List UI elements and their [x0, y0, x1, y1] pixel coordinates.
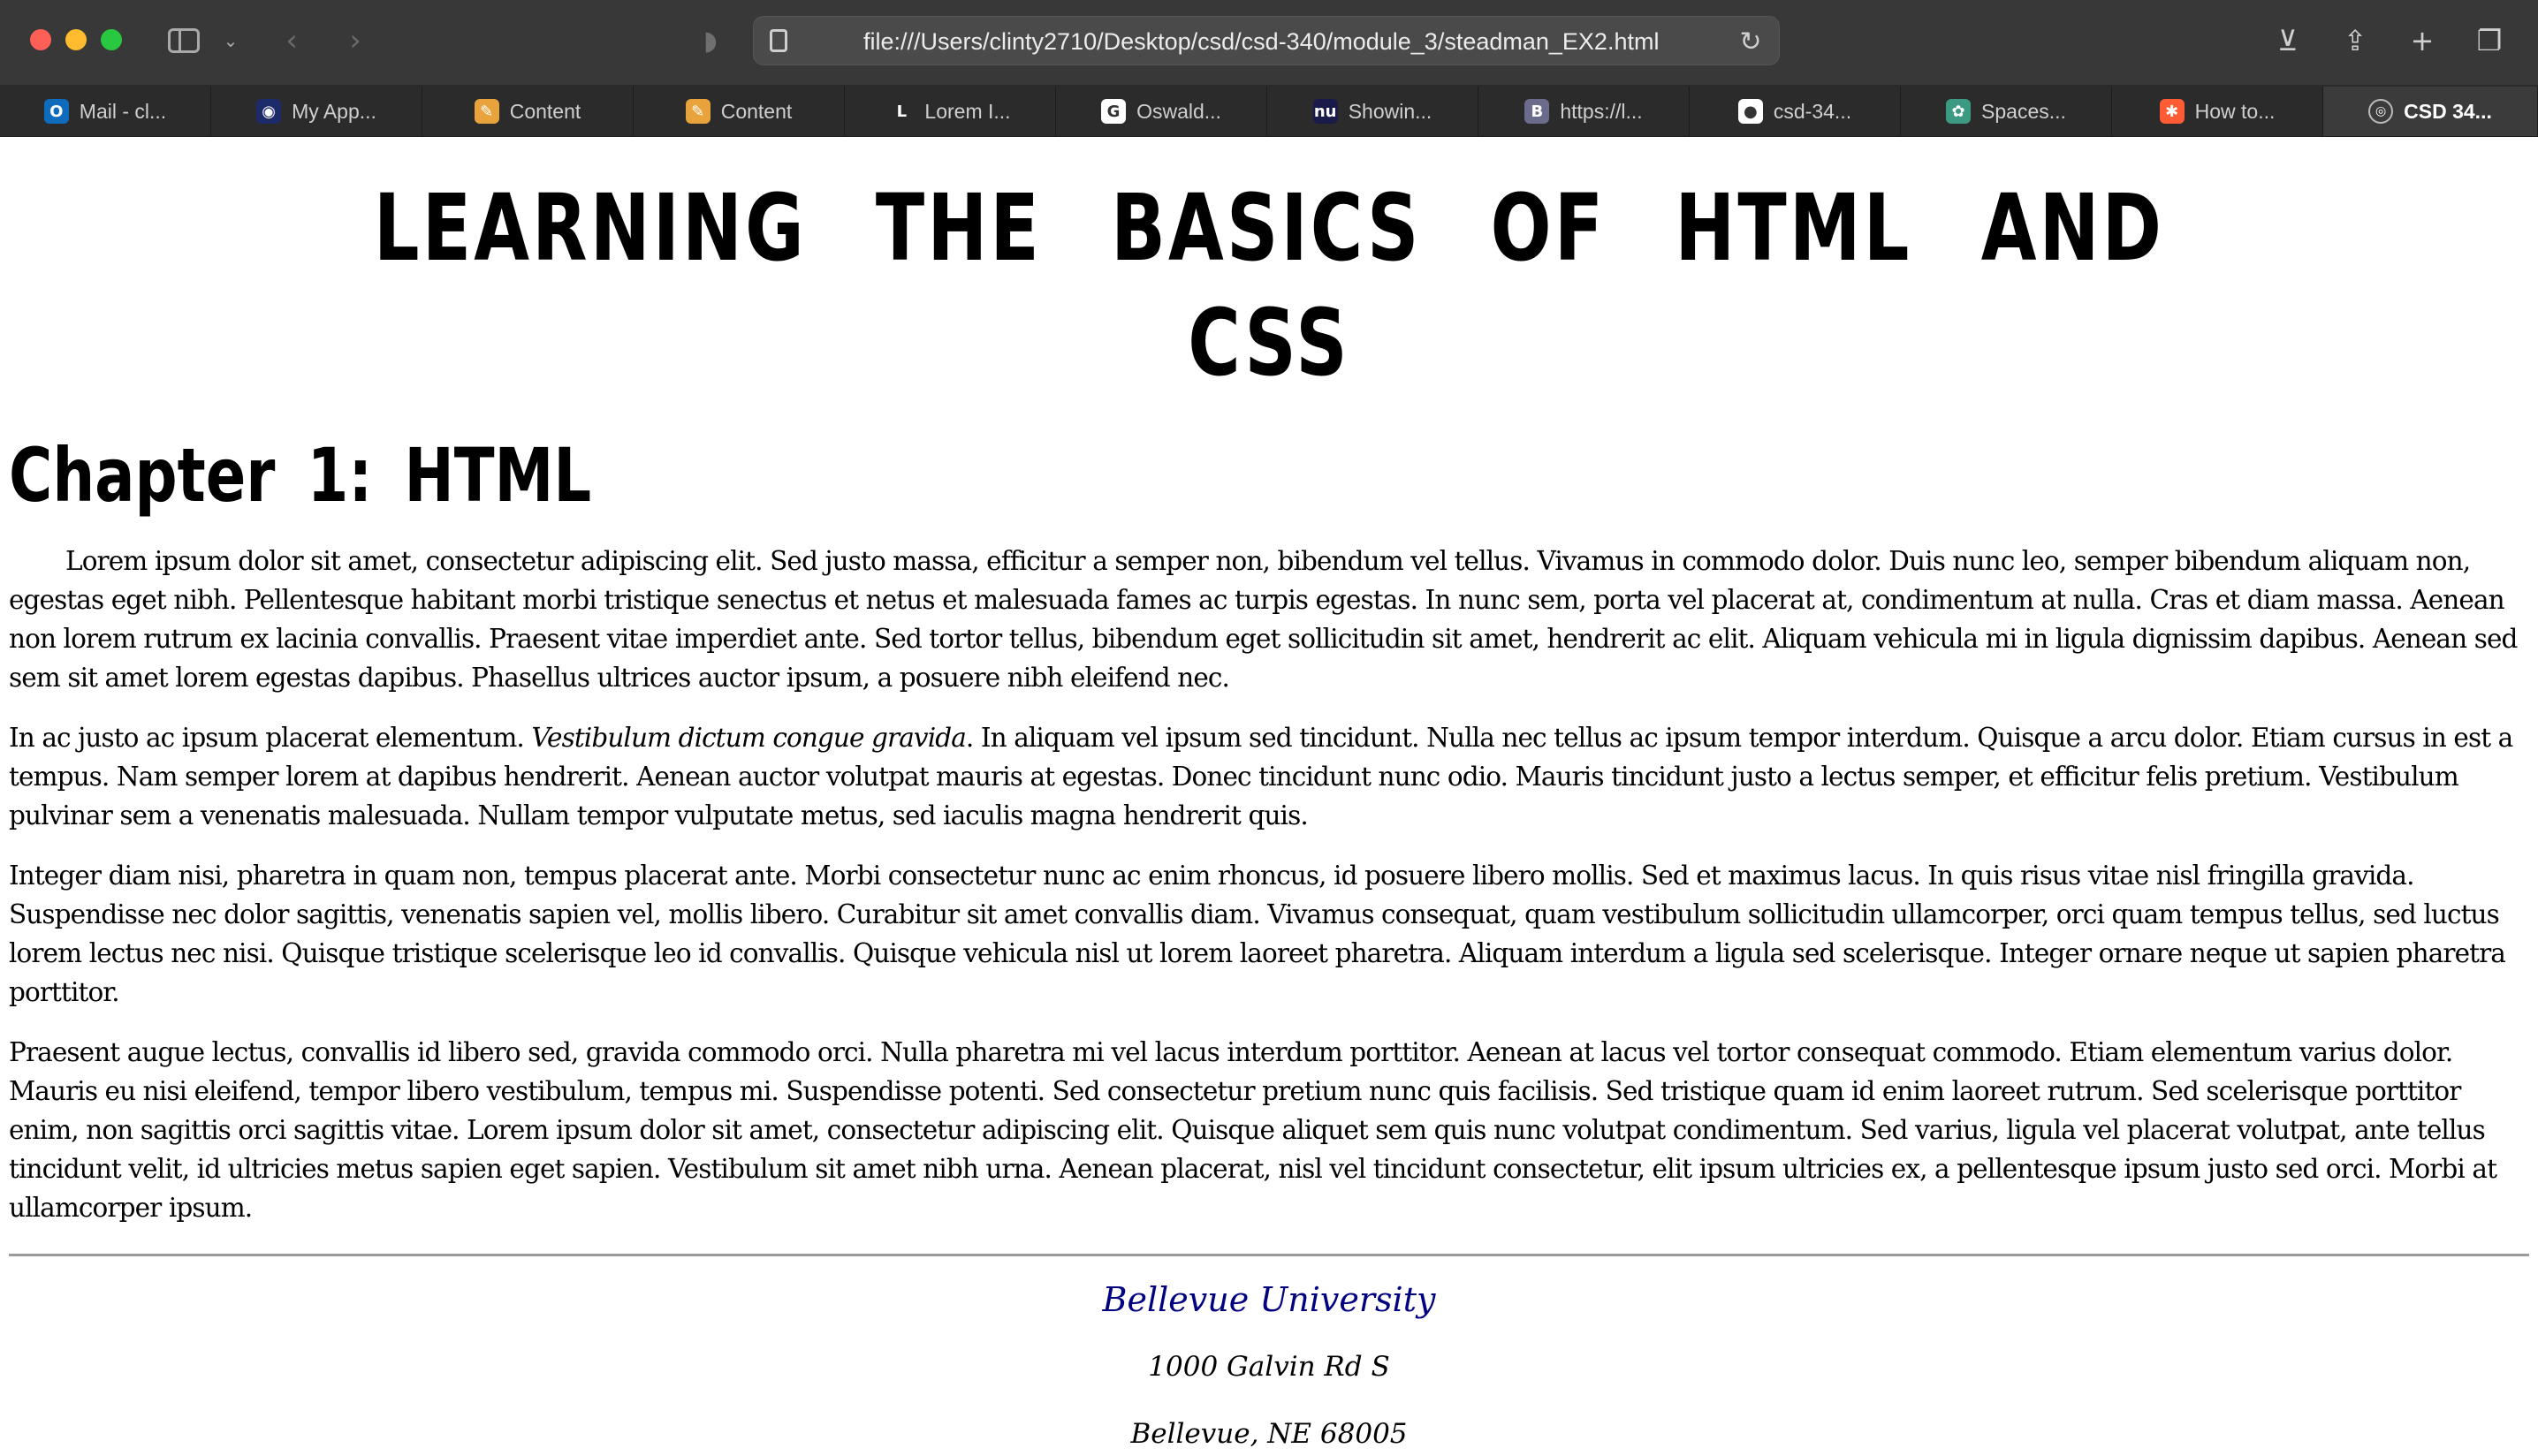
pencil-note-icon: ✎: [474, 99, 499, 124]
tab-label: Oswald...: [1136, 99, 1221, 123]
tab-10[interactable]: ✿ Spaces...: [1901, 87, 2112, 136]
sidebar-toggle-button[interactable]: [164, 23, 203, 58]
tab-8[interactable]: Bhttps://l...: [1478, 87, 1690, 136]
tab-label: Mail - cl...: [79, 99, 167, 123]
tab-label: Content: [509, 99, 581, 123]
tab-4[interactable]: ✎ Content: [634, 87, 845, 136]
pencil-note-icon: ✎: [685, 99, 710, 124]
paragraph-2-emphasis: Vestibulum dictum congue gravida: [531, 723, 966, 753]
nu-icon: nu: [1312, 99, 1338, 124]
compass-icon: ◎: [2368, 99, 2394, 124]
tab-1[interactable]: O Mail - cl...: [0, 87, 211, 136]
tab-7[interactable]: nu Showin...: [1267, 87, 1478, 136]
circle-app-icon: ◉: [256, 99, 282, 124]
city-state-zip: Bellevue, NE 68005: [1130, 1418, 1408, 1450]
tab-label: Spaces...: [1981, 99, 2066, 123]
tab-label: Lorem I...: [924, 99, 1011, 123]
share-icon[interactable]: ⇪: [2338, 23, 2372, 58]
close-window-button[interactable]: [30, 29, 51, 50]
reload-icon[interactable]: ↻: [1733, 24, 1768, 59]
minimize-window-button[interactable]: [65, 29, 87, 50]
github-icon: ●: [1737, 99, 1763, 124]
browser-toolbar: ⌄ ‹ › ◗ file:///Users/clinty2710/Desktop…: [0, 0, 2538, 87]
outlook-icon: O: [43, 99, 69, 124]
paragraph-3: Integer diam nisi, pharetra in quam non,…: [9, 861, 2506, 1007]
tab-label: csd-34...: [1773, 99, 1852, 123]
sidebar-icon: [168, 28, 200, 53]
privacy-shield-icon[interactable]: ◗: [695, 23, 726, 58]
hubspot-icon: ✱: [2159, 99, 2185, 124]
tab-5[interactable]: L Lorem I...: [845, 87, 1056, 136]
new-tab-icon[interactable]: +: [2405, 23, 2439, 58]
tab-overview-icon[interactable]: ❐: [2473, 23, 2506, 58]
tab-label: How to...: [2194, 99, 2276, 123]
tab-11[interactable]: ✱ How to...: [2112, 87, 2323, 136]
web-page: LEARNING THE BASICS OF HTML AND CSS Chap…: [0, 137, 2538, 1456]
tab-label: My App...: [292, 99, 376, 123]
paragraph-4: Praesent augue lectus, convallis id libe…: [9, 1037, 2497, 1223]
back-button[interactable]: ‹: [276, 23, 308, 58]
university-name: Bellevue University: [1102, 1280, 1436, 1319]
tab-12[interactable]: ◎ CSD 34...: [2323, 87, 2538, 136]
tab-bar: O Mail - cl... ◉ My App... ✎ Content ✎ Content L…: [0, 87, 2538, 137]
tab-2[interactable]: ◉ My App...: [211, 87, 422, 136]
downloads-icon[interactable]: ⊻: [2271, 23, 2305, 58]
tab-label: Content: [720, 99, 793, 123]
b-letter-icon: B: [1524, 99, 1550, 124]
chapter-heading: Chapter 1: HTML: [9, 432, 592, 519]
google-icon: G: [1101, 99, 1127, 124]
page-icon: [770, 29, 787, 52]
forward-button[interactable]: ›: [339, 23, 371, 58]
paragraph-2: In ac justo ac ipsum placerat elementum.…: [9, 718, 2529, 835]
tab-6[interactable]: G Oswald...: [1056, 87, 1267, 136]
window-controls: [30, 29, 122, 50]
openai-icon: ✿: [1946, 99, 1972, 124]
lorem-l-icon: L: [889, 99, 915, 124]
tab-label: https://l...: [1560, 99, 1643, 123]
tab-3[interactable]: ✎ Content: [422, 87, 634, 136]
url-text[interactable]: file:///Users/clinty2710/Desktop/csd/csd…: [863, 17, 1659, 66]
page-title: LEARNING THE BASICS OF HTML AND CSS: [373, 174, 2165, 397]
paragraph-1: Lorem ipsum dolor sit amet, consectetur …: [9, 546, 2518, 693]
toolbar-right-actions: ⊻ ⇪ + ❐: [2271, 23, 2506, 58]
tab-label: Showin...: [1348, 99, 1432, 123]
horizontal-rule: [9, 1254, 2529, 1256]
tab-label: CSD 34...: [2404, 99, 2492, 123]
tab-9[interactable]: ● csd-34...: [1690, 87, 1901, 136]
zoom-window-button[interactable]: [101, 29, 122, 50]
paragraph-2-start: In ac justo ac ipsum placerat elementum.: [9, 723, 532, 753]
address-bar[interactable]: file:///Users/clinty2710/Desktop/csd/csd…: [753, 16, 1780, 65]
chevron-down-icon[interactable]: ⌄: [221, 23, 240, 58]
page-footer: Bellevue University 1000 Galvin Rd S Bel…: [9, 1278, 2529, 1456]
street-address: 1000 Galvin Rd S: [1148, 1351, 1390, 1383]
